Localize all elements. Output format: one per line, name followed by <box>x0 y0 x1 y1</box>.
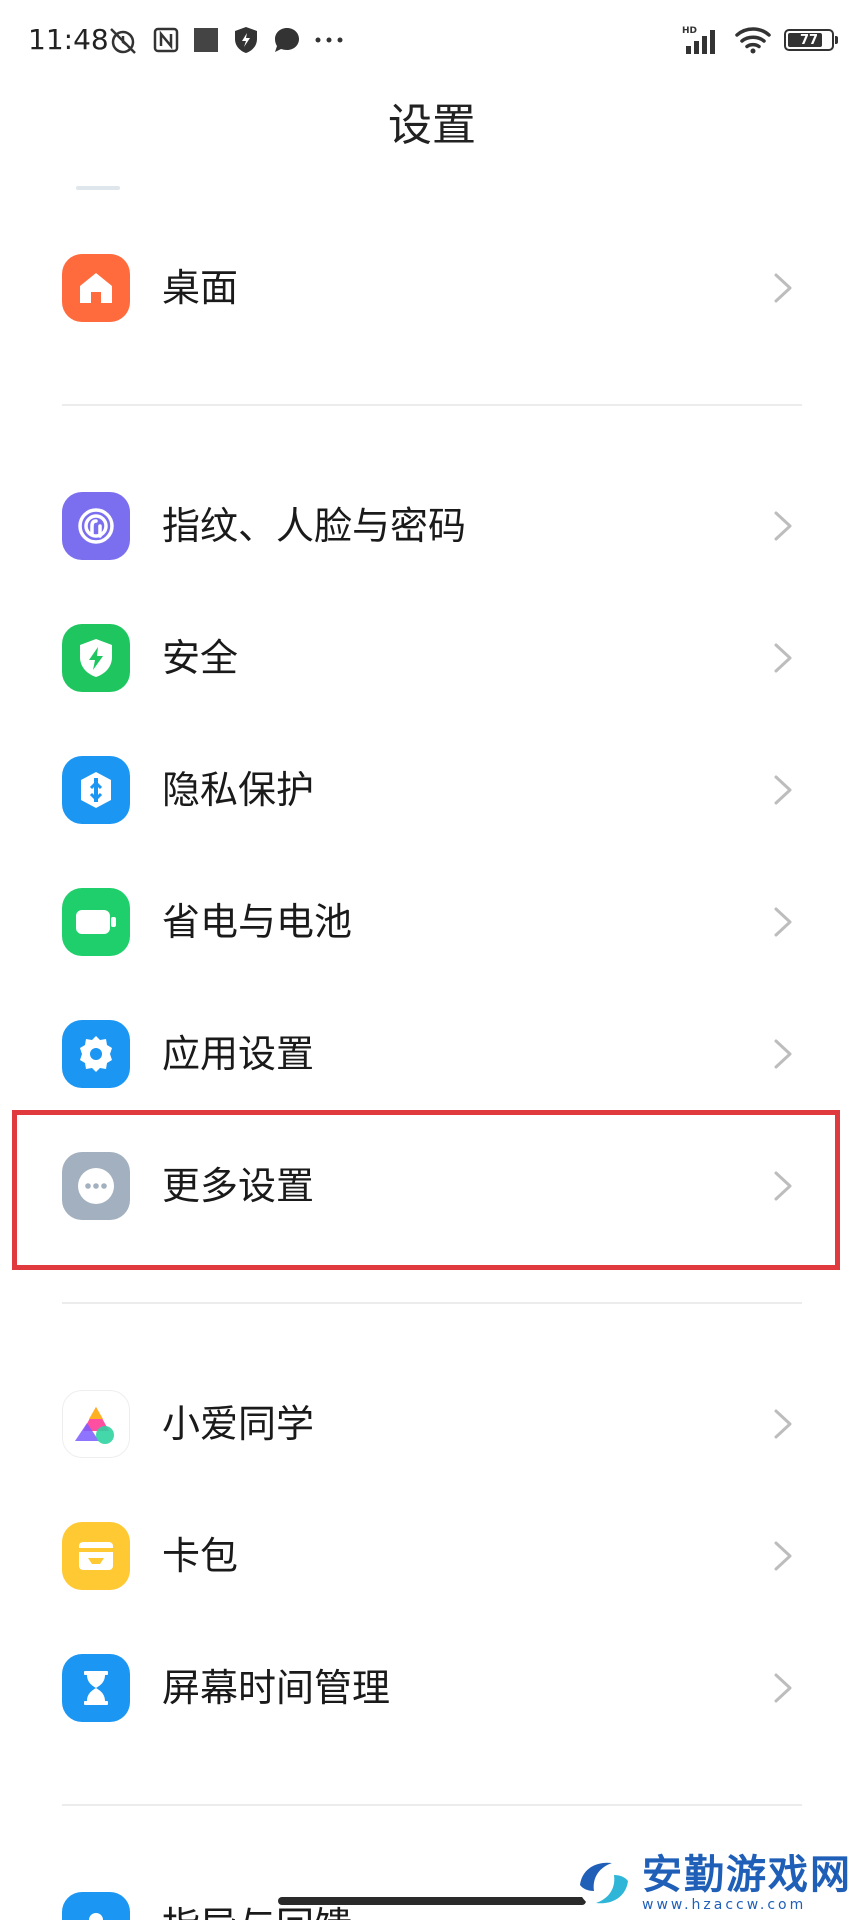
wifi-icon <box>735 27 771 54</box>
settings-item-desktop[interactable]: 桌面 <box>0 226 864 350</box>
fingerprint-icon <box>62 492 130 560</box>
chevron-right-icon <box>774 1541 792 1571</box>
chevron-right-icon <box>774 273 792 303</box>
battery-level: 77 <box>799 32 819 48</box>
watermark-title: 安勤游戏网 <box>642 1852 852 1898</box>
settings-item-label: 屏幕时间管理 <box>162 1666 391 1710</box>
settings-item-label: 安全 <box>162 636 239 680</box>
settings-item-label: 应用设置 <box>162 1032 315 1076</box>
chevron-right-icon <box>774 511 792 541</box>
gear-icon <box>62 1020 130 1088</box>
settings-item-label: 小爱同学 <box>162 1402 315 1446</box>
hourglass-icon <box>62 1654 130 1722</box>
section-divider <box>62 404 802 406</box>
status-system-icons: HD 77 <box>682 22 838 58</box>
settings-item-label: 指纹、人脸与密码 <box>162 504 467 548</box>
settings-item-screen-time[interactable]: 屏幕时间管理 <box>0 1626 864 1750</box>
settings-item-label: 隐私保护 <box>162 768 315 812</box>
battery-icon: 77 <box>784 29 838 51</box>
home-icon <box>62 254 130 322</box>
status-time: 11:48 <box>28 23 109 56</box>
chevron-right-icon <box>774 775 792 805</box>
person-icon <box>62 1892 130 1920</box>
status-bar: 11:48 HD 77 <box>0 0 864 80</box>
settings-item-fingerprint-face-password[interactable]: 指纹、人脸与密码 <box>0 464 864 588</box>
settings-item-security[interactable]: 安全 <box>0 596 864 720</box>
chevron-right-icon <box>774 643 792 673</box>
chevron-right-icon <box>774 1171 792 1201</box>
settings-item-privacy[interactable]: 隐私保护 <box>0 728 864 852</box>
square-notification-icon <box>194 28 218 52</box>
settings-item-app-settings[interactable]: 应用设置 <box>0 992 864 1116</box>
settings-item-more-settings[interactable]: 更多设置 <box>0 1124 864 1248</box>
section-divider <box>62 1804 802 1806</box>
battery-saver-icon <box>62 888 130 956</box>
chevron-right-icon <box>774 1039 792 1069</box>
settings-item-label: 桌面 <box>162 266 239 310</box>
alarm-off-icon <box>110 28 136 54</box>
scroll-hint <box>76 186 120 190</box>
site-watermark: 安勤游戏网 www.hzaccw.com <box>572 1848 852 1918</box>
chevron-right-icon <box>774 1673 792 1703</box>
xiaoai-icon <box>62 1390 130 1458</box>
shield-bolt-icon <box>62 624 130 692</box>
wallet-icon <box>62 1522 130 1590</box>
status-notification-icons <box>106 22 344 58</box>
watermark-logo-icon <box>578 1857 630 1909</box>
privacy-icon <box>62 756 130 824</box>
settings-item-wallet[interactable]: 卡包 <box>0 1494 864 1618</box>
section-divider <box>62 1302 802 1304</box>
watermark-subtitle: www.hzaccw.com <box>642 1897 807 1913</box>
settings-item-label: 卡包 <box>162 1534 239 1578</box>
chevron-right-icon <box>774 1409 792 1439</box>
settings-item-xiaoai[interactable]: 小爱同学 <box>0 1362 864 1486</box>
network-badge: HD <box>682 26 697 36</box>
more-dots-icon <box>62 1152 130 1220</box>
more-notifications-icon <box>315 37 343 43</box>
settings-item-battery[interactable]: 省电与电池 <box>0 860 864 984</box>
message-bubble-icon <box>275 28 299 52</box>
nfc-icon <box>153 27 179 53</box>
home-indicator[interactable] <box>278 1897 586 1905</box>
page-title: 设置 <box>388 100 476 151</box>
settings-item-label: 更多设置 <box>162 1164 315 1208</box>
chevron-right-icon <box>774 907 792 937</box>
settings-item-label: 省电与电池 <box>162 900 353 944</box>
signal-icon: HD <box>682 26 715 54</box>
security-shield-icon <box>235 27 257 53</box>
